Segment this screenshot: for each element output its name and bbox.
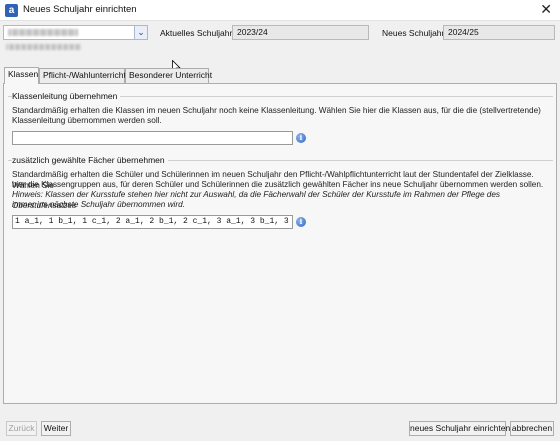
section-title-subjects: zusätzlich gewählte Fächer übernehmen [12,155,168,165]
redacted-school-detail [6,44,81,50]
subject-class-groups-input[interactable]: 1 a_1, 1 b_1, 1 c_1, 2 a_1, 2 b_1, 2 c_1… [12,215,293,229]
tab-panel-klassen: Klassenleitung übernehmen Standardmäßig … [3,83,557,404]
current-year-field: 2023/24 [232,25,369,40]
create-school-year-button[interactable]: neues Schuljahr einrichten [409,421,510,436]
cancel-button[interactable]: abbrechen [510,421,554,436]
tab-besonderer-unterricht[interactable]: Besonderer Unterricht [125,68,212,83]
tab-klassen[interactable]: Klassen [4,67,39,84]
homeroom-description-line2: Klassenleitung übernommen werden soll. [12,116,162,125]
subjects-description-line2: hier die Klassengruppen aus, für deren S… [12,180,544,189]
close-icon[interactable]: ✕ [540,1,552,18]
new-year-field: 2024/25 [443,25,555,40]
next-button[interactable]: Weiter [41,421,71,436]
chevron-down-icon[interactable]: ⌄ [134,26,147,39]
info-icon[interactable]: i [296,133,306,143]
info-icon[interactable]: i [296,217,306,227]
school-select[interactable]: ⌄ [3,25,148,40]
back-button[interactable]: Zurück [6,421,37,436]
subjects-hint-line2: immer ins nächste Schuljahr übernommen w… [12,200,185,209]
homeroom-description-line1: Standardmäßig erhalten die Klassen im ne… [12,106,541,115]
section-title-homeroom: Klassenleitung übernehmen [12,91,121,101]
app-logo-icon: a [5,4,18,17]
redacted-school-name [8,29,78,36]
new-year-label: Neues Schuljahr [382,28,445,38]
window-title: Neues Schuljahr einrichten [23,4,137,15]
current-year-label: Aktuelles Schuljahr [160,28,233,38]
title-bar: a Neues Schuljahr einrichten ✕ [0,0,560,21]
tab-pflicht-wahlunterricht[interactable]: Pflicht-/Wahlunterricht [39,68,126,83]
homeroom-classes-input[interactable] [12,131,293,145]
